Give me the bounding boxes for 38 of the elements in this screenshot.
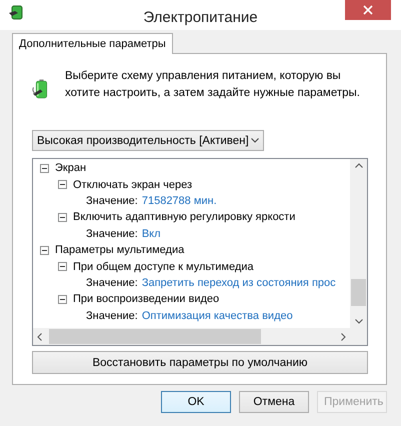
tree-item[interactable]: Экран <box>55 162 86 174</box>
horizontal-scrollbar[interactable] <box>33 328 350 345</box>
vertical-scrollbar[interactable] <box>350 159 367 328</box>
dialog-button[interactable]: OK <box>161 391 231 413</box>
dialog-button[interactable]: Отмена <box>239 391 309 413</box>
value-label: Значение: <box>86 228 138 240</box>
scroll-thumb[interactable] <box>351 279 366 306</box>
plan-dropdown[interactable]: Высокая производительность [Активен] <box>32 130 264 151</box>
restore-defaults-button[interactable]: Восстановить параметры по умолчанию <box>32 351 368 374</box>
value-link[interactable]: Вкл <box>142 228 161 240</box>
tab[interactable]: Дополнительные параметры <box>12 33 173 54</box>
window-title: Электропитание <box>143 8 258 26</box>
collapse-icon[interactable] <box>40 246 49 255</box>
chevron-right-icon[interactable] <box>341 332 346 340</box>
tree-item[interactable]: При воспроизведении видео <box>73 293 220 306</box>
collapse-icon[interactable] <box>58 262 67 272</box>
collapse-icon[interactable] <box>58 180 67 190</box>
close-icon <box>363 5 373 15</box>
value-link[interactable]: 71582788 мин. <box>142 194 217 207</box>
collapse-icon[interactable] <box>58 294 67 304</box>
chevron-down-icon[interactable] <box>354 319 362 324</box>
chevron-left-icon[interactable] <box>37 332 42 340</box>
tree-item[interactable]: Включить адаптивную регулировку яркости <box>73 211 296 224</box>
tree-item[interactable]: Отключать экран через <box>73 178 192 191</box>
value-label: Значение: <box>86 276 138 289</box>
value-link[interactable]: Запретить переход из состояния прос <box>142 276 336 289</box>
collapse-icon[interactable] <box>40 164 49 173</box>
collapse-icon[interactable] <box>58 212 67 222</box>
tree-item[interactable]: Параметры мультимедиа <box>55 244 184 256</box>
value-label: Значение: <box>86 310 138 322</box>
close-button[interactable] <box>345 0 391 20</box>
tree-item[interactable]: При общем доступе к мультимедиа <box>73 260 254 273</box>
value-label: Значение: <box>86 194 138 207</box>
chevron-up-icon[interactable] <box>354 163 362 168</box>
chevron-down-icon <box>251 138 259 143</box>
description-text: Выберите схему управления питанием, которую вы хотите настроить, а затем задайте нужные параметры. <box>65 69 361 101</box>
value-link[interactable]: Оптимизация качества видео <box>142 310 293 322</box>
scroll-thumb[interactable] <box>49 329 261 344</box>
